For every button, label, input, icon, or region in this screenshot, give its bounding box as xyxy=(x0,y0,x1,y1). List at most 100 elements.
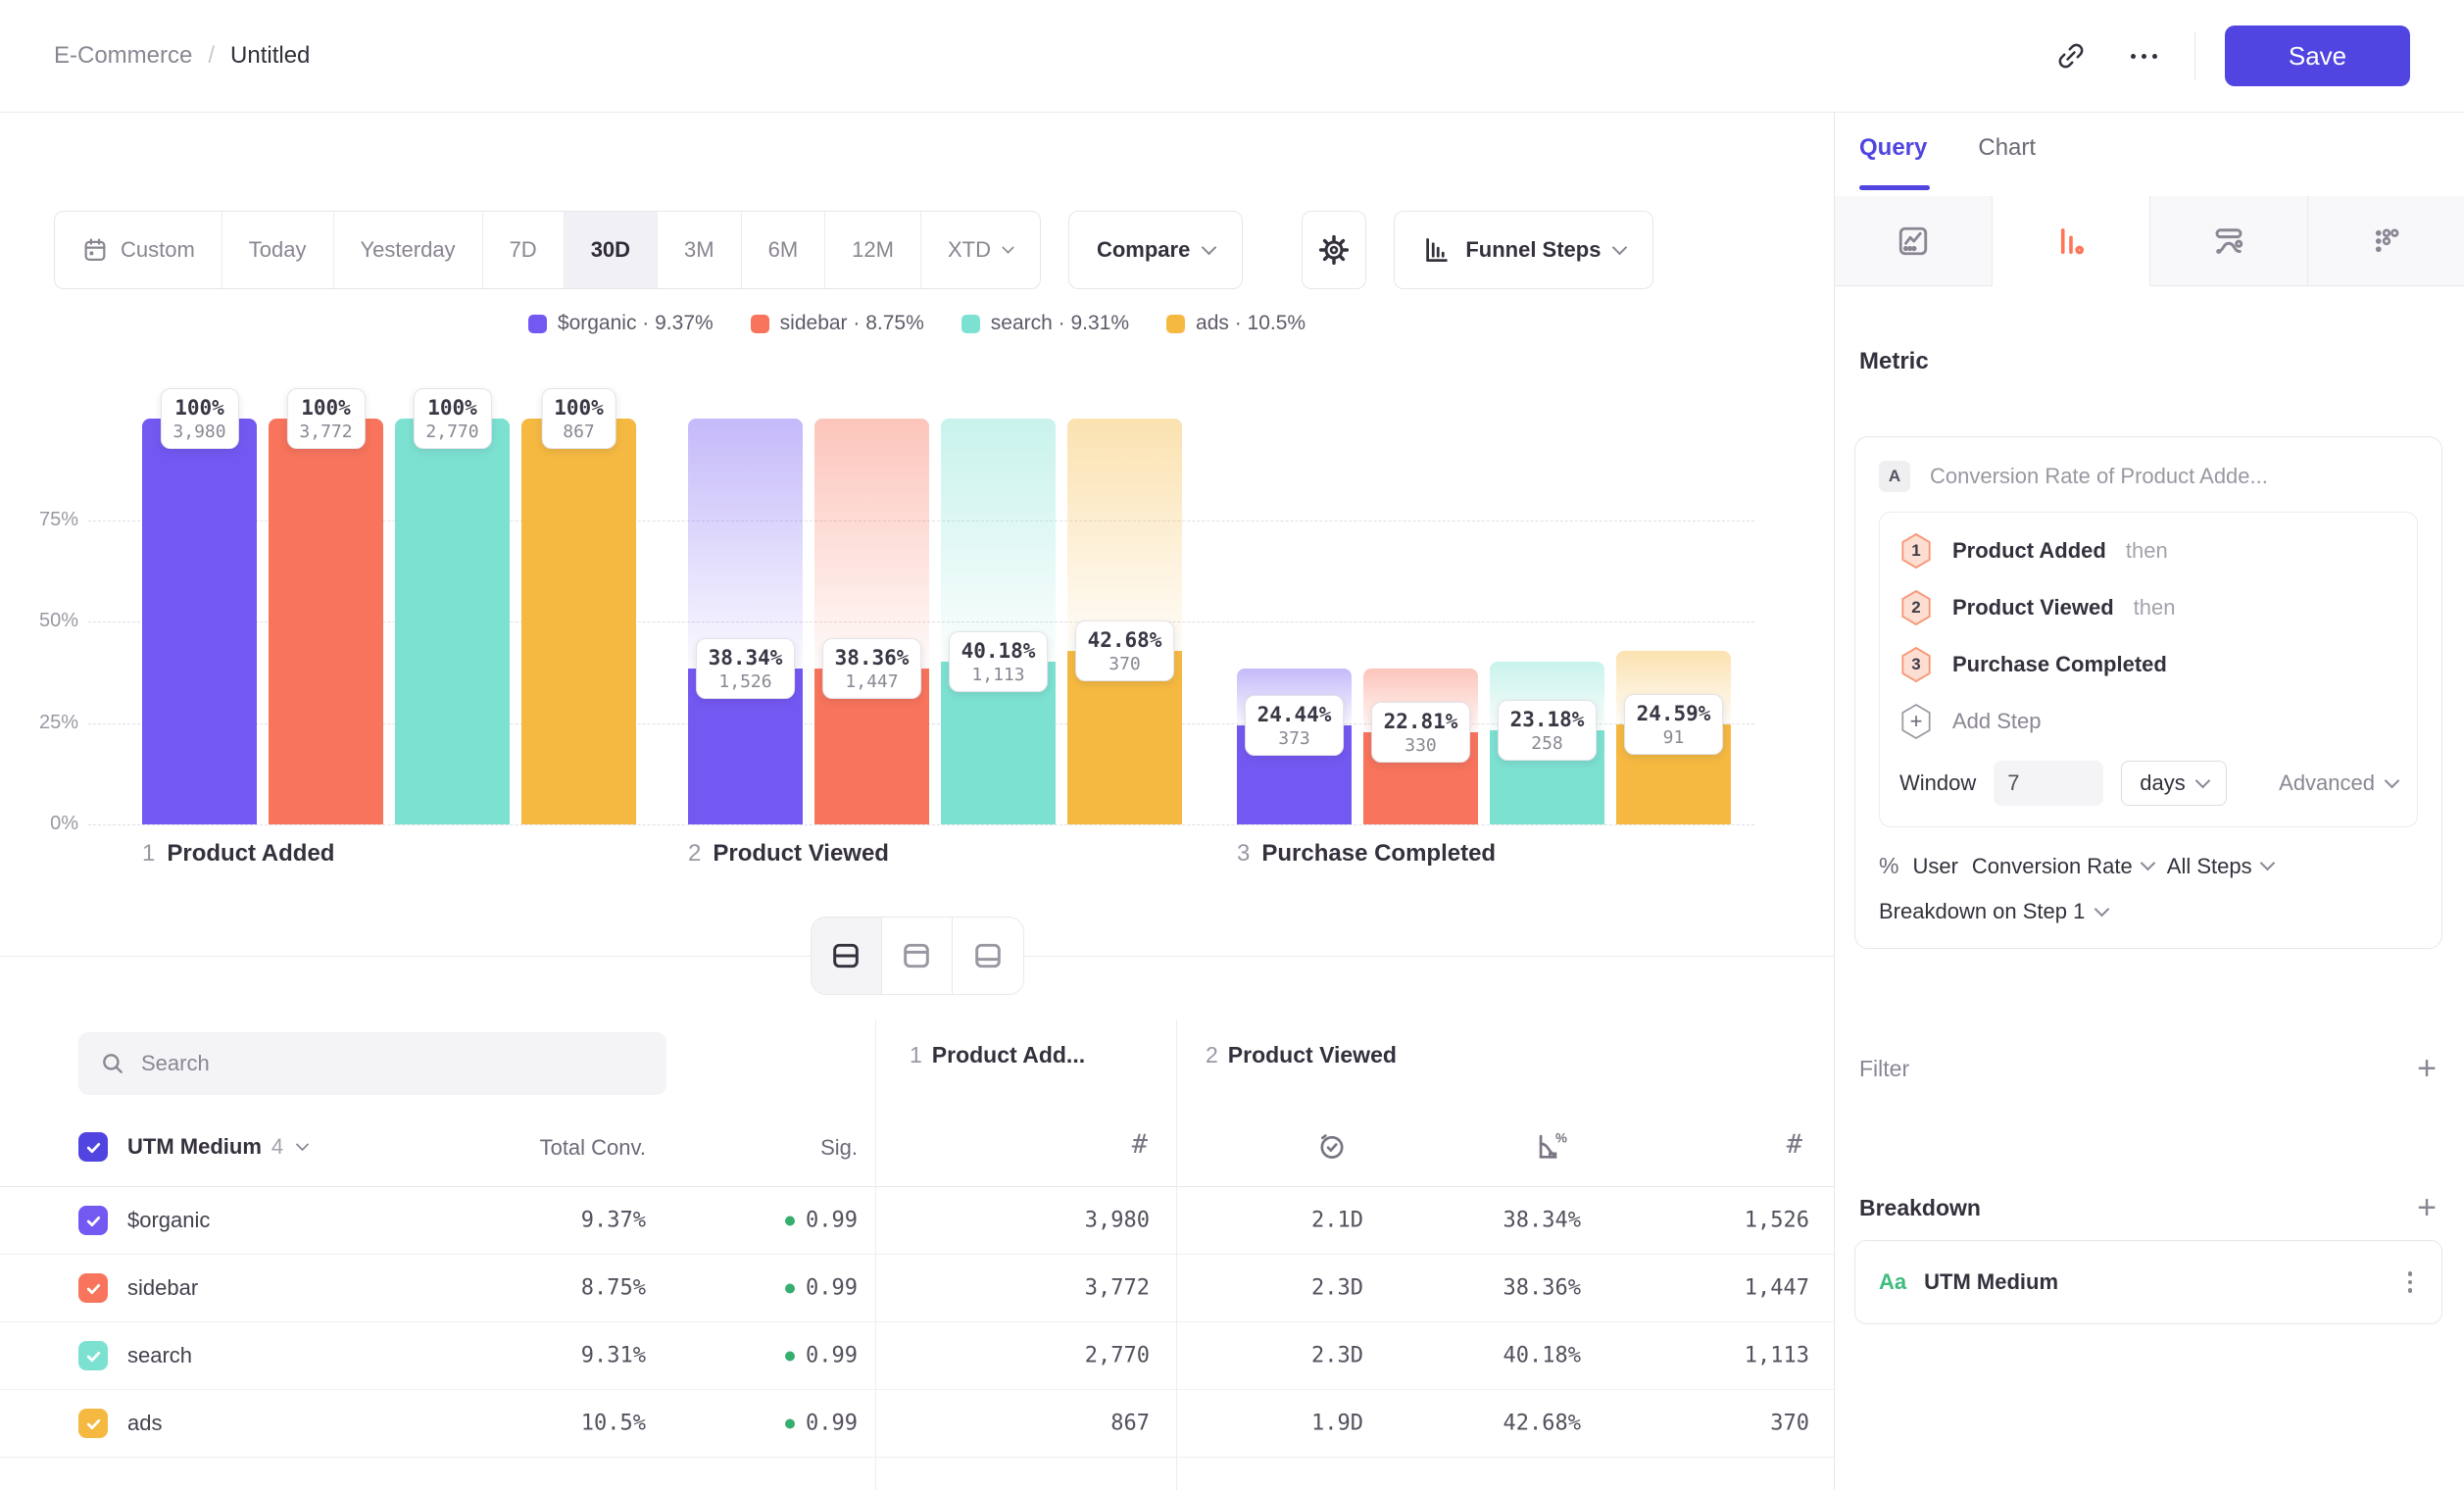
chevron-down-icon xyxy=(2194,772,2210,788)
report-type-funnels[interactable] xyxy=(1993,196,2150,286)
funnel-bar-search-step1[interactable] xyxy=(395,419,510,824)
query-step-2[interactable]: 2Product Viewedthen xyxy=(1899,579,2397,636)
chevron-down-icon xyxy=(2141,856,2156,871)
row-step2-rate: 42.68% xyxy=(1503,1412,1581,1436)
share-link-button[interactable] xyxy=(2049,34,2093,77)
row-total-conv: 9.37% xyxy=(581,1209,646,1233)
row-checkbox[interactable] xyxy=(78,1341,108,1370)
gridline xyxy=(88,824,1754,825)
select-all-checkbox[interactable] xyxy=(78,1132,108,1162)
row-name: ads xyxy=(127,1411,162,1436)
funnel-step-label: 3Purchase Completed xyxy=(1237,840,1496,868)
step-event-name: Product Viewed xyxy=(1952,595,2114,621)
count-icon[interactable]: # xyxy=(1787,1129,1802,1160)
row-checkbox[interactable] xyxy=(78,1206,108,1235)
tab-chart[interactable]: Chart xyxy=(1978,134,2036,162)
layout-top-icon xyxy=(901,940,932,971)
bar-value-box: 100%3,772 xyxy=(286,388,365,449)
window-unit-dropdown[interactable]: days xyxy=(2121,761,2226,806)
breakdown-on-step-dropdown[interactable]: Breakdown on Step 1 xyxy=(1879,899,2418,924)
step-hexagon-badge: 3 xyxy=(1899,646,1933,683)
save-button[interactable]: Save xyxy=(2225,25,2410,86)
avg-time-icon[interactable] xyxy=(1315,1129,1349,1163)
bar-count-label: 867 xyxy=(554,422,604,442)
funnel-ghost-sidebar-step2 xyxy=(814,419,929,669)
step-number: 1 xyxy=(142,840,155,867)
row-checkbox[interactable] xyxy=(78,1409,108,1438)
search-input[interactable] xyxy=(141,1051,645,1076)
report-type-insights[interactable] xyxy=(1835,196,1993,285)
breakdown-item[interactable]: Aa UTM Medium xyxy=(1854,1240,2442,1324)
add-step-button[interactable]: + Add Step xyxy=(1899,693,2397,750)
metric-series-row[interactable]: A Conversion Rate of Product Adde... xyxy=(1879,461,2418,492)
filter-section: Filter + xyxy=(1859,1052,2437,1085)
row-total-conv: 9.31% xyxy=(581,1344,646,1368)
layout-split-button[interactable] xyxy=(812,918,882,994)
row-total-conv: 8.75% xyxy=(581,1276,646,1301)
row-step2-rate: 38.34% xyxy=(1503,1209,1581,1233)
significance-dot xyxy=(785,1216,795,1225)
layout-table-only-button[interactable] xyxy=(953,918,1023,994)
count-icon[interactable]: # xyxy=(1132,1129,1148,1160)
significance-value: 0.99 xyxy=(806,1209,858,1233)
step-then-label: then xyxy=(2134,595,2176,621)
y-axis-tick: 25% xyxy=(20,712,78,734)
table-body: $organic9.37%0.993,9802.1D38.34%1,526sid… xyxy=(0,1187,1834,1458)
report-type-flows[interactable] xyxy=(2150,196,2308,285)
row-name: $organic xyxy=(127,1208,210,1233)
table-row-sidebar[interactable]: sidebar8.75%0.993,7722.3D38.36%1,447 xyxy=(0,1255,1834,1322)
query-step-3[interactable]: 3Purchase Completed xyxy=(1899,636,2397,693)
row-checkbox[interactable] xyxy=(78,1273,108,1303)
bar-pct-label: 100% xyxy=(299,396,352,420)
breadcrumb-page[interactable]: Untitled xyxy=(230,42,310,70)
table-step2-header[interactable]: 2Product Viewed xyxy=(1206,1042,1397,1068)
header-divider xyxy=(2194,32,2195,79)
table-row-ads[interactable]: ads10.5%0.998671.9D42.68%370 xyxy=(0,1390,1834,1458)
layout-toggle-group xyxy=(811,917,1024,995)
more-menu-button[interactable] xyxy=(2122,34,2165,77)
row-step2-count: 1,447 xyxy=(1745,1276,1809,1301)
bar-pct-label: 100% xyxy=(554,396,604,420)
significance-value: 0.99 xyxy=(806,1412,858,1436)
funnel-bar-ads-step1[interactable] xyxy=(521,419,636,824)
table-row-organic[interactable]: $organic9.37%0.993,9802.1D38.34%1,526 xyxy=(0,1187,1834,1255)
breadcrumb-project[interactable]: E-Commerce xyxy=(54,42,192,70)
funnel-bar-organic-step1[interactable] xyxy=(142,419,257,824)
breakdown-options-button[interactable] xyxy=(2402,1266,2419,1299)
funnel-bar-sidebar-step1[interactable] xyxy=(269,419,383,824)
svg-text:%: % xyxy=(1555,1130,1567,1145)
report-type-retention[interactable] xyxy=(2308,196,2464,285)
advanced-dropdown[interactable]: Advanced xyxy=(2279,770,2397,796)
step-badge-number: 3 xyxy=(1899,646,1933,683)
row-step2-count: 370 xyxy=(1770,1412,1809,1436)
query-step-1[interactable]: 1Product Addedthen xyxy=(1899,522,2397,579)
funnels-icon xyxy=(2053,224,2089,259)
window-unit-label: days xyxy=(2140,770,2185,796)
funnel-step-label: 1Product Added xyxy=(142,840,334,868)
sig-column-header[interactable]: Sig. xyxy=(820,1135,858,1161)
measure-all-steps[interactable]: All Steps xyxy=(2167,854,2273,879)
conversion-window-row: Window days Advanced xyxy=(1899,750,2397,817)
bar-pct-label: 22.81% xyxy=(1384,710,1458,733)
panel-tabs: Query Chart xyxy=(1859,134,2036,162)
table-step1-header[interactable]: 1Product Add... xyxy=(910,1042,1085,1068)
breakdown-property-name: UTM Medium xyxy=(1924,1269,2058,1295)
y-axis-tick: 0% xyxy=(20,813,78,835)
group-count: 4 xyxy=(271,1134,283,1160)
measure-user[interactable]: User xyxy=(1912,854,1957,879)
measure-conversion-rate[interactable]: Conversion Rate xyxy=(1972,854,2153,879)
bar-value-box: 22.81%330 xyxy=(1371,702,1471,763)
report-type-strip xyxy=(1835,196,2464,286)
add-breakdown-button[interactable]: + xyxy=(2417,1191,2437,1224)
step2-label: Product Viewed xyxy=(1228,1042,1397,1068)
layout-chart-only-button[interactable] xyxy=(882,918,953,994)
total-conv-column-header[interactable]: Total Conv. xyxy=(540,1135,646,1161)
search-icon xyxy=(100,1051,125,1076)
table-row-search[interactable]: search9.31%0.992,7702.3D40.18%1,113 xyxy=(0,1322,1834,1390)
add-filter-button[interactable]: + xyxy=(2417,1052,2437,1085)
group-column-header[interactable]: UTM Medium 4 xyxy=(127,1134,308,1160)
window-value-input[interactable] xyxy=(1994,761,2103,806)
header-actions: Save xyxy=(2049,25,2410,86)
tab-query[interactable]: Query xyxy=(1859,134,1927,162)
conversion-rate-icon[interactable]: % xyxy=(1534,1129,1567,1163)
